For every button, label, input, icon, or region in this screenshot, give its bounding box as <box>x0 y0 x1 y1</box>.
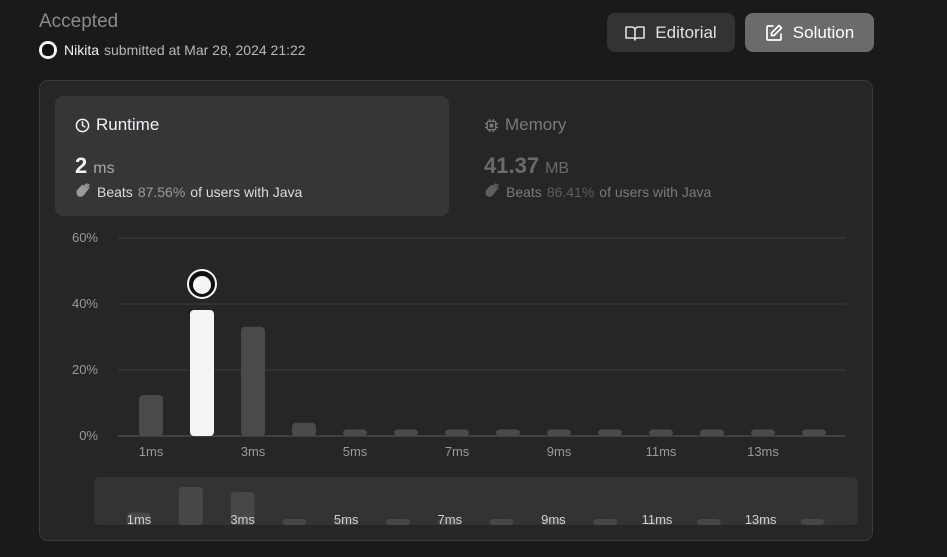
y-tick-label: 40% <box>72 296 98 311</box>
x-tick-label: 3ms <box>241 444 266 459</box>
chart-bar <box>751 429 775 436</box>
chart-bar <box>445 429 469 436</box>
mini-chart-bar <box>593 519 618 525</box>
mini-chart-bar <box>696 519 721 525</box>
x-tick-label: 7ms <box>445 444 470 459</box>
mini-x-tick-label: 3ms <box>230 512 255 527</box>
mini-x-tick-label: 7ms <box>438 512 463 527</box>
chart-bar <box>547 429 571 436</box>
user-avatar-face <box>193 275 211 294</box>
chart-bar <box>394 429 418 436</box>
x-tick-label: 5ms <box>343 444 368 459</box>
mini-chart-bar <box>386 519 410 525</box>
chart-bar <box>241 326 265 436</box>
mini-x-tick-label: 1ms <box>127 512 152 527</box>
runtime-distribution-chart: 0% 20% 40% 60% 1ms 3ms 5ms 7ms 9ms 11ms 13ms 1ms 3ms… <box>72 230 858 527</box>
x-tick-label: 9ms <box>547 444 572 459</box>
chart-bar <box>598 429 622 436</box>
mini-x-tick-label: 9ms <box>541 512 566 527</box>
x-tick-label: 1ms <box>139 444 164 459</box>
chart-bar <box>139 395 163 436</box>
chart-bar <box>292 422 316 436</box>
x-tick-label: 13ms <box>747 444 779 459</box>
chart-bar <box>802 429 826 436</box>
y-tick-label: 60% <box>72 230 98 245</box>
y-tick-label: 20% <box>72 362 98 377</box>
chart-bar <box>496 429 520 436</box>
mini-x-tick-label: 11ms <box>642 512 673 527</box>
chart-bar <box>649 429 673 436</box>
mini-chart-bar <box>800 519 825 525</box>
mini-x-tick-label: 13ms <box>745 512 777 527</box>
mini-chart-bar <box>489 519 514 525</box>
chart-bar <box>700 429 724 436</box>
mini-chart-bar <box>178 487 203 525</box>
range-selector <box>94 477 858 525</box>
x-tick-label: 11ms <box>646 444 677 459</box>
y-tick-label: 0% <box>79 428 98 443</box>
chart-bar <box>343 429 367 436</box>
mini-chart-bar <box>282 519 307 525</box>
chart-bar <box>190 309 214 436</box>
mini-x-tick-label: 5ms <box>334 512 359 527</box>
